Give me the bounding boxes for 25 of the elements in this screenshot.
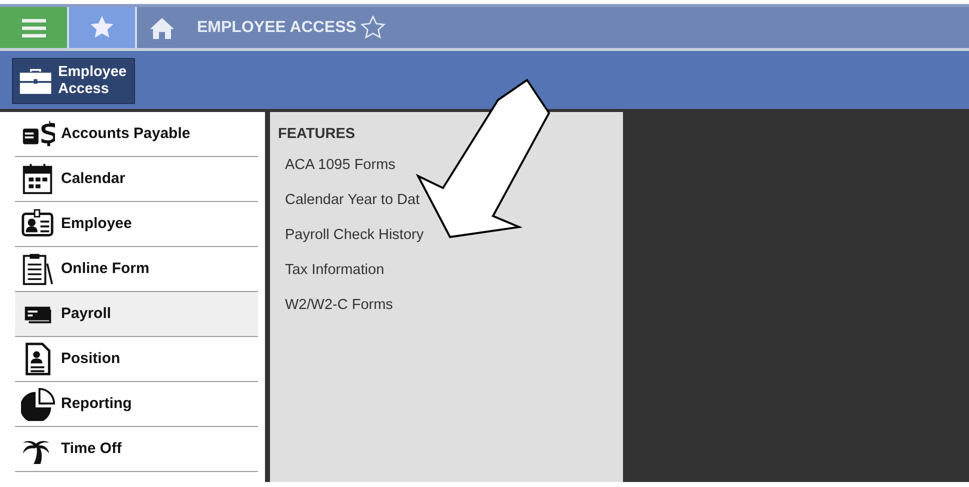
star-icon — [89, 15, 115, 40]
sidebar-item[interactable]: Payroll — [15, 292, 258, 337]
sidebar-item[interactable]: Position — [15, 337, 258, 382]
pie-chart-icon — [21, 387, 55, 421]
menu-button[interactable] — [0, 7, 69, 48]
home-icon — [149, 16, 175, 40]
feature-link[interactable]: Calendar Year to Dat — [278, 188, 615, 224]
sidebar-item[interactable]: Employee — [15, 202, 258, 247]
briefcase-icon — [19, 66, 52, 96]
menu-icon — [22, 18, 46, 38]
clipboard-icon — [21, 252, 55, 286]
feature-link[interactable]: ACA 1095 Forms — [278, 154, 615, 189]
sidebar-item[interactable]: Time Off — [15, 427, 258, 472]
favorites-button[interactable] — [69, 7, 137, 48]
section-heading: FEATURES — [278, 125, 356, 144]
feature-link[interactable]: Payroll Check History — [278, 224, 615, 259]
feature-link[interactable]: Tax Information — [278, 258, 615, 294]
sidebar-item[interactable]: Calendar — [15, 157, 258, 202]
favorite-star-icon[interactable] — [360, 15, 386, 40]
feature-link[interactable]: W2/W2-C Forms — [278, 294, 615, 329]
sidebar-item[interactable]: Accounts Payable — [15, 112, 258, 157]
page-title: EMPLOYEE ACCESS — [197, 18, 356, 38]
module-tile[interactable]: Employee Access — [12, 58, 135, 104]
calendar-icon — [21, 162, 55, 196]
sidebar-item[interactable]: Reporting — [15, 382, 258, 427]
